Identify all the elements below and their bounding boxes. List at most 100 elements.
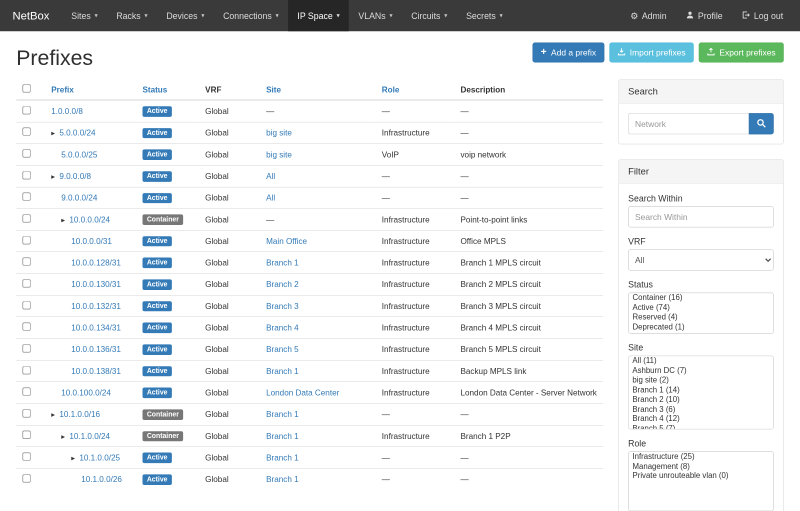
search-within-input[interactable] — [628, 206, 774, 227]
app-brand[interactable]: NetBox — [0, 0, 62, 31]
site-link[interactable]: Branch 1 — [266, 410, 299, 419]
row-checkbox[interactable] — [23, 171, 31, 179]
prefix-link[interactable]: 10.1.0.0/16 — [59, 410, 100, 419]
site-link[interactable]: Main Office — [266, 236, 307, 245]
prefix-link[interactable]: 10.1.0.0/24 — [69, 431, 110, 440]
prefix-link[interactable]: 10.1.0.0/26 — [81, 475, 122, 484]
nav-item-secrets[interactable]: Secrets▾ — [457, 0, 512, 31]
export-prefixes-button[interactable]: Export prefixes — [699, 43, 784, 63]
site-link[interactable]: All — [266, 171, 275, 180]
sort-status-link[interactable]: Status — [142, 85, 167, 94]
filter-option[interactable]: Private unrouteable vlan (0) — [629, 471, 773, 481]
filter-option[interactable]: big site (2) — [629, 376, 773, 386]
prefix-link[interactable]: 10.0.0.136/31 — [71, 345, 121, 354]
row-checkbox[interactable] — [23, 106, 31, 114]
site-link[interactable]: Branch 1 — [266, 431, 299, 440]
row-checkbox[interactable] — [23, 301, 31, 309]
row-checkbox[interactable] — [23, 214, 31, 222]
expand-caret-icon[interactable]: ▸ — [61, 432, 65, 441]
site-link[interactable]: big site — [266, 150, 292, 159]
row-checkbox[interactable] — [23, 193, 31, 201]
filter-option[interactable]: Branch 4 (12) — [629, 414, 773, 424]
prefix-link[interactable]: 10.0.0.130/31 — [71, 280, 121, 289]
filter-option[interactable]: Branch 2 (10) — [629, 395, 773, 405]
site-link[interactable]: Branch 2 — [266, 280, 299, 289]
filter-option[interactable]: Branch 1 (14) — [629, 385, 773, 395]
filter-option[interactable]: All (11) — [629, 356, 773, 366]
prefix-link[interactable]: 10.0.0.132/31 — [71, 301, 121, 310]
prefix-link[interactable]: 10.0.0.134/31 — [71, 323, 121, 332]
site-link[interactable]: Branch 1 — [266, 366, 299, 375]
search-input[interactable] — [628, 113, 749, 134]
site-link[interactable]: London Data Center — [266, 388, 339, 397]
prefix-link[interactable]: 10.0.0.0/24 — [69, 215, 110, 224]
filter-option[interactable]: Infrastructure (25) — [629, 452, 773, 462]
search-button[interactable] — [749, 113, 774, 134]
sort-prefix-link[interactable]: Prefix — [51, 85, 74, 94]
filter-option[interactable]: Deprecated (1) — [629, 322, 773, 332]
site-filter-list[interactable]: All (11)Ashburn DC (7)big site (2)Branch… — [628, 356, 774, 430]
row-checkbox[interactable] — [23, 431, 31, 439]
nav-item-logout[interactable]: Log out — [732, 0, 792, 31]
nav-item-ip-space[interactable]: IP Space▾ — [288, 0, 349, 31]
row-checkbox[interactable] — [23, 366, 31, 374]
select-all-checkbox[interactable] — [23, 84, 31, 92]
role-filter-list[interactable]: Infrastructure (25)Management (8)Private… — [628, 451, 774, 511]
row-checkbox[interactable] — [23, 149, 31, 157]
row-checkbox[interactable] — [23, 279, 31, 287]
filter-option[interactable]: Container (16) — [629, 293, 773, 303]
site-link[interactable]: All — [266, 193, 275, 202]
nav-item-connections[interactable]: Connections▾ — [214, 0, 288, 31]
site-link[interactable]: Branch 5 — [266, 345, 299, 354]
expand-caret-icon[interactable]: ▸ — [51, 410, 55, 419]
nav-item-vlans[interactable]: VLANs▾ — [349, 0, 402, 31]
sort-role-link[interactable]: Role — [382, 85, 400, 94]
sort-site-link[interactable]: Site — [266, 85, 281, 94]
row-checkbox[interactable] — [23, 323, 31, 331]
filter-option[interactable]: Management (8) — [629, 462, 773, 472]
expand-caret-icon[interactable]: ▸ — [61, 215, 65, 224]
prefix-link[interactable]: 10.1.0.0/25 — [79, 453, 120, 462]
status-filter-list[interactable]: Container (16)Active (74)Reserved (4)Dep… — [628, 293, 774, 334]
prefix-link[interactable]: 10.0.0.138/31 — [71, 366, 121, 375]
import-prefixes-button[interactable]: Import prefixes — [609, 43, 694, 63]
site-link[interactable]: Branch 1 — [266, 453, 299, 462]
expand-caret-icon[interactable]: ▸ — [71, 453, 75, 462]
nav-item-racks[interactable]: Racks▾ — [107, 0, 157, 31]
prefix-link[interactable]: 9.0.0.0/24 — [61, 193, 97, 202]
row-checkbox[interactable] — [23, 409, 31, 417]
expand-caret-icon[interactable]: ▸ — [51, 172, 55, 181]
add-prefix-button[interactable]: +Add a prefix — [533, 43, 604, 63]
filter-option[interactable]: Reserved (4) — [629, 313, 773, 323]
row-checkbox[interactable] — [23, 453, 31, 461]
expand-caret-icon[interactable]: ▸ — [51, 129, 55, 138]
nav-item-circuits[interactable]: Circuits▾ — [402, 0, 457, 31]
filter-option[interactable]: Ashburn DC (7) — [629, 366, 773, 376]
prefix-link[interactable]: 5.0.0.0/24 — [59, 128, 95, 137]
row-checkbox[interactable] — [23, 128, 31, 136]
nav-item-devices[interactable]: Devices▾ — [157, 0, 214, 31]
filter-option[interactable]: Branch 5 (7) — [629, 424, 773, 429]
nav-item-sites[interactable]: Sites▾ — [62, 0, 107, 31]
filter-option[interactable]: Branch 3 (6) — [629, 405, 773, 415]
row-checkbox[interactable] — [23, 258, 31, 266]
site-link[interactable]: Branch 1 — [266, 475, 299, 484]
row-checkbox[interactable] — [23, 344, 31, 352]
site-link[interactable]: big site — [266, 128, 292, 137]
prefix-link[interactable]: 10.0.0.128/31 — [71, 258, 121, 267]
row-checkbox[interactable] — [23, 236, 31, 244]
nav-item-admin[interactable]: ⚙Admin — [621, 0, 676, 31]
filter-option[interactable]: Active (74) — [629, 303, 773, 313]
nav-item-profile[interactable]: Profile — [676, 0, 732, 31]
site-link[interactable]: Branch 4 — [266, 323, 299, 332]
prefix-link[interactable]: 9.0.0.0/8 — [59, 171, 91, 180]
prefix-link[interactable]: 1.0.0.0/8 — [51, 106, 83, 115]
prefix-link[interactable]: 5.0.0.0/25 — [61, 150, 97, 159]
vrf-select[interactable]: All — [628, 249, 774, 270]
row-checkbox[interactable] — [23, 388, 31, 396]
site-link[interactable]: Branch 3 — [266, 301, 299, 310]
prefix-link[interactable]: 10.0.100.0/24 — [61, 388, 111, 397]
prefix-link[interactable]: 10.0.0.0/31 — [71, 236, 112, 245]
row-checkbox[interactable] — [23, 474, 31, 482]
site-link[interactable]: Branch 1 — [266, 258, 299, 267]
